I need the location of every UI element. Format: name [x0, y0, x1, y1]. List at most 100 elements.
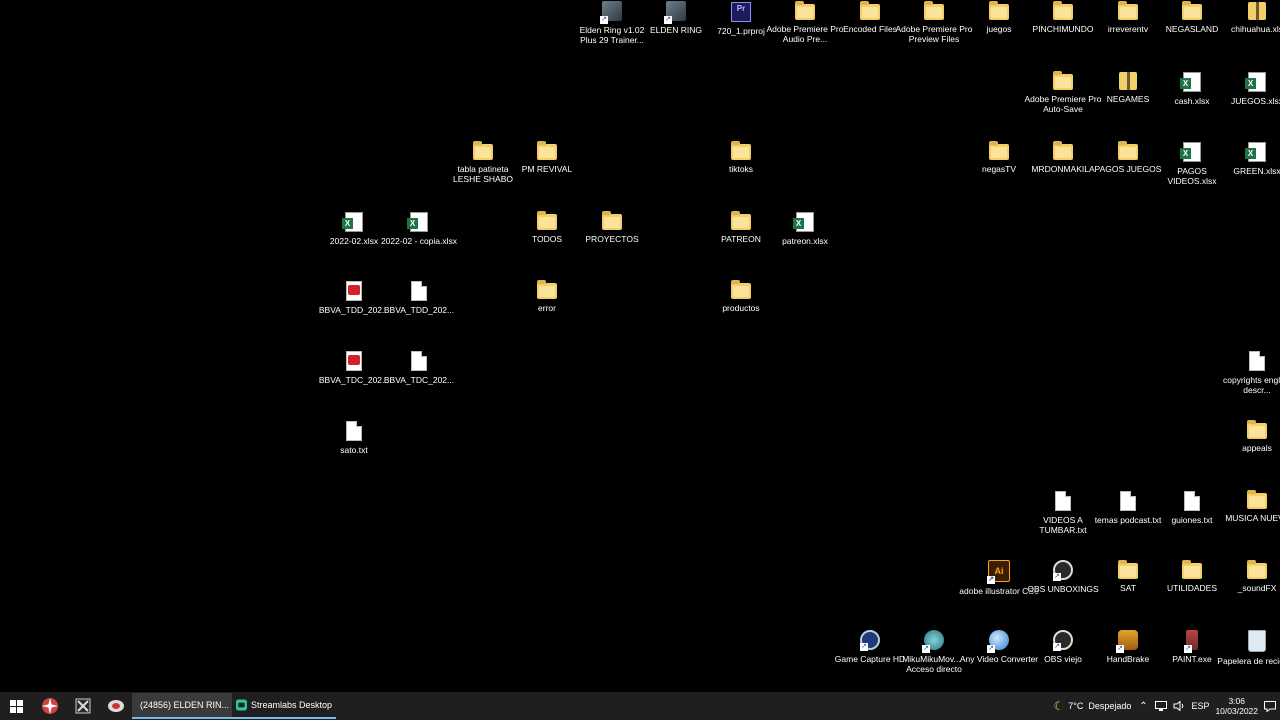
desktop-icon-copyrights[interactable]: copyrights english descr... — [1220, 349, 1280, 413]
archive-icon — [1248, 2, 1266, 20]
folder-icon — [989, 1, 1009, 20]
weather-widget[interactable]: ☾ 7°C Despejado — [1054, 699, 1132, 713]
desktop-icon-pm-revival[interactable]: PM REVIVAL — [510, 140, 584, 204]
desktop-icon-xlsx-2022-02-copia[interactable]: 2022-02 - copia.xlsx — [380, 210, 458, 274]
desktop-icon-bbva-tdd-doc[interactable]: BBVA_TDD_202... — [382, 279, 456, 343]
desktop-icon-recycle-bin[interactable]: Papelera de reciclaje — [1217, 629, 1280, 692]
game-app-icon — [664, 1, 686, 24]
folder-icon — [989, 141, 1009, 160]
video-converter-icon — [987, 630, 1009, 653]
desktop-icon-label: patreon.xlsx — [782, 236, 828, 246]
desktop-icon-label: tiktoks — [728, 164, 754, 174]
pinned-app-3[interactable] — [99, 692, 132, 720]
document-icon — [1184, 491, 1200, 511]
folder-icon — [602, 211, 622, 230]
folder-icon — [537, 211, 557, 230]
desktop-icon-label: BBVA_TDD_202... — [383, 305, 455, 315]
folder-icon — [1118, 560, 1138, 579]
folder-icon — [1247, 560, 1267, 579]
desktop-icon-juegos-xlsx[interactable]: JUEGOS.xlsx — [1220, 70, 1280, 134]
desktop-icon-appeals[interactable]: appeals — [1220, 419, 1280, 483]
clock[interactable]: 3:06 10/03/2022 — [1215, 696, 1258, 716]
desktop-icon-sato-txt[interactable]: sato.txt — [317, 419, 391, 483]
desktop-icon-label: sato.txt — [340, 445, 368, 455]
folder-icon — [731, 280, 751, 299]
taskbar: (24856) ELDEN RIN... Streamlabs Desktop … — [0, 692, 1280, 720]
folder-icon — [1053, 141, 1073, 160]
task-streamlabs-label: Streamlabs Desktop — [250, 700, 332, 710]
system-tray: ☾ 7°C Despejado ⌃ ESP 3:06 10/03/2022 — [1054, 692, 1280, 720]
desktop-icon-musica-nueva[interactable]: MUSICA NUEVA — [1220, 489, 1280, 553]
desktop-icon-label: copyrights english descr... — [1222, 375, 1280, 395]
folder-icon — [731, 211, 751, 230]
desktop-icon-label: 2022-02 - copia.xlsx — [380, 236, 458, 246]
folder-icon — [1053, 71, 1073, 90]
pinned-app-2[interactable] — [66, 692, 99, 720]
desktop-icon-error[interactable]: error — [510, 279, 584, 343]
premiere-icon: Pr — [731, 2, 751, 22]
document-icon — [346, 421, 362, 441]
excel-icon — [1180, 72, 1201, 92]
desktop-icon-tiktoks[interactable]: tiktoks — [704, 140, 778, 204]
tools-icon — [75, 698, 90, 714]
streamlabs-icon — [236, 699, 247, 711]
pinned-app-1[interactable] — [33, 692, 66, 720]
obs-icon — [1053, 560, 1073, 581]
folder-icon — [537, 141, 557, 160]
task-streamlabs[interactable]: Streamlabs Desktop — [232, 693, 336, 719]
pdf-icon — [346, 351, 362, 371]
folder-icon — [473, 141, 493, 160]
desktop-icon-proyectos[interactable]: PROYECTOS — [575, 210, 649, 274]
desktop-icon-label: chihuahua.xls — [1231, 24, 1280, 34]
document-icon — [1120, 491, 1136, 511]
folder-icon — [860, 1, 880, 20]
desktop-icon-label: Papelera de reciclaje — [1217, 656, 1280, 666]
folder-icon — [731, 141, 751, 160]
desktop-icon-label: MUSICA NUEVA — [1225, 513, 1280, 523]
recycle-bin-icon — [1248, 630, 1266, 652]
language-indicator[interactable]: ESP — [1191, 701, 1209, 711]
chevron-up-icon[interactable]: ⌃ — [1137, 700, 1149, 712]
windows-icon — [10, 699, 23, 713]
desktop-icon-label: productos — [722, 303, 760, 313]
excel-icon — [407, 212, 428, 232]
excel-icon — [1245, 142, 1266, 162]
clock-date: 10/03/2022 — [1215, 706, 1258, 716]
folder-icon — [795, 1, 815, 20]
desktop-icon-productos[interactable]: productos — [704, 279, 778, 343]
folder-icon — [1182, 560, 1202, 579]
illustrator-icon: Ai — [987, 560, 1010, 584]
folder-icon — [1247, 490, 1267, 509]
document-icon — [1249, 351, 1265, 371]
desktop-icon-chihuahua[interactable]: chihuahua.xls — [1220, 0, 1280, 64]
start-button[interactable] — [0, 692, 33, 720]
volume-icon[interactable] — [1173, 700, 1185, 712]
pdf-icon — [346, 281, 362, 301]
desktop-icon-green-xlsx[interactable]: GREEN.xlsx — [1220, 140, 1280, 204]
network-icon[interactable] — [1155, 700, 1168, 712]
game-capture-icon — [860, 630, 880, 651]
task-chrome[interactable]: (24856) ELDEN RIN... — [132, 693, 232, 719]
folder-icon — [1118, 1, 1138, 20]
moon-icon: ☾ — [1053, 699, 1065, 713]
folder-icon — [924, 1, 944, 20]
excel-icon — [342, 212, 363, 232]
folder-icon — [1053, 1, 1073, 20]
desktop-icon-label: PROYECTOS — [585, 234, 639, 244]
desktop-icon-soundfx[interactable]: _soundFX — [1220, 559, 1280, 623]
folder-icon — [1247, 420, 1267, 439]
weather-text: 7°C Despejado — [1068, 701, 1132, 711]
paint-icon — [1184, 630, 1198, 653]
desktop-icon-label: BBVA_TDC_202... — [383, 375, 455, 385]
desktop-icon-label: GREEN.xlsx — [1233, 166, 1280, 176]
desktop-icon-bbva-tdc-doc[interactable]: BBVA_TDC_202... — [382, 349, 456, 413]
excel-icon — [793, 212, 814, 232]
document-icon — [411, 281, 427, 301]
handbrake-icon — [1116, 630, 1138, 653]
desktop-icon-patreon-xlsx[interactable]: patreon.xlsx — [768, 210, 842, 274]
excel-icon — [1245, 72, 1266, 92]
task-chrome-label: (24856) ELDEN RIN... — [140, 700, 230, 710]
archive-icon — [1119, 72, 1137, 90]
notifications-icon[interactable] — [1264, 700, 1276, 712]
mikumiku-icon — [922, 630, 944, 653]
